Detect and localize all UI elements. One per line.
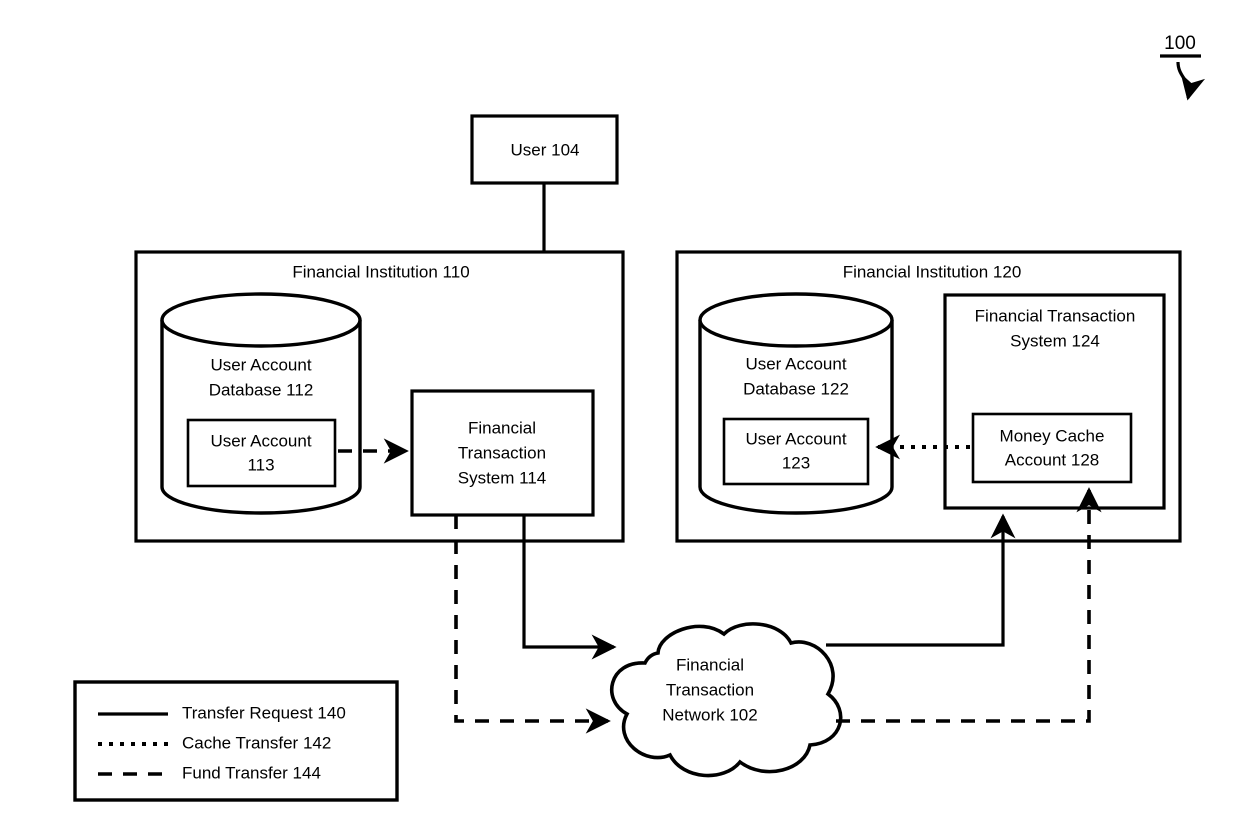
legend: Transfer Request 140 Cache Transfer 142 … [73,680,399,802]
db112-label-line1: User Account [210,355,311,374]
financial-transaction-network-102[interactable]: Financial Transaction Network 102 [610,622,843,778]
db122-label-line2: Database 122 [743,379,849,398]
edge-fundtransfer-to-network [454,515,611,734]
network-label-line3: Network 102 [662,705,757,724]
financial-transaction-system-124[interactable]: Financial Transaction System 124 Money C… [943,293,1166,510]
network-label-line1: Financial [676,655,744,674]
diagram-svg: 100 User 104 Financial Institution 110 U… [73,33,1206,802]
user-account-database-112: User Account Database 112 User Account 1… [160,292,362,515]
financial-institution-120-group: Financial Institution 120 User Account D… [675,250,1182,543]
money-cache-128-line1: Money Cache [1000,426,1105,445]
figure-number-group: 100 [1160,33,1206,101]
fts114-line1: Financial [468,418,536,437]
legend-label-cache-transfer: Cache Transfer 142 [182,733,331,752]
user-node[interactable]: User 104 [470,114,619,185]
user-account-123-line2: 123 [782,453,810,472]
network-cloud-shape[interactable] [610,622,843,778]
figure-number-label: 100 [1164,33,1196,54]
fts124-line2: System 124 [1010,331,1100,350]
db122-label-line1: User Account [745,354,846,373]
user-account-123-line1: User Account [745,429,846,448]
legend-label-fund-transfer: Fund Transfer 144 [182,763,321,782]
user-account-113-line2: 113 [247,455,274,474]
db112-cylinder-top [160,292,362,348]
financial-transaction-system-114[interactable]: Financial Transaction System 114 [410,389,595,517]
legend-label-transfer-request: Transfer Request 140 [182,703,346,722]
user-account-113-line1: User Account [210,431,311,450]
network-label-line2: Transaction [666,680,754,699]
financial-institution-110-group: Financial Institution 110 User Account D… [134,250,625,543]
fts124-line1: Financial Transaction [975,306,1136,325]
financial-institution-110-label: Financial Institution 110 [292,262,469,281]
user-account-113-box[interactable] [186,418,337,488]
fts114-line3: System 114 [458,468,547,487]
patent-diagram-canvas: 100 User 104 Financial Institution 110 U… [0,0,1240,819]
figure-number-arrow [1176,61,1206,101]
money-cache-128-line2: Account 128 [1005,450,1100,469]
user-label: User 104 [511,140,580,159]
db122-cylinder-top [698,292,894,348]
money-cache-account-128-box[interactable] [971,412,1133,484]
financial-institution-120-label: Financial Institution 120 [843,262,1022,281]
user-account-database-122: User Account Database 122 User Account 1… [698,292,894,515]
fts114-line2: Transaction [458,443,546,462]
db112-label-line2: Database 112 [209,380,314,399]
